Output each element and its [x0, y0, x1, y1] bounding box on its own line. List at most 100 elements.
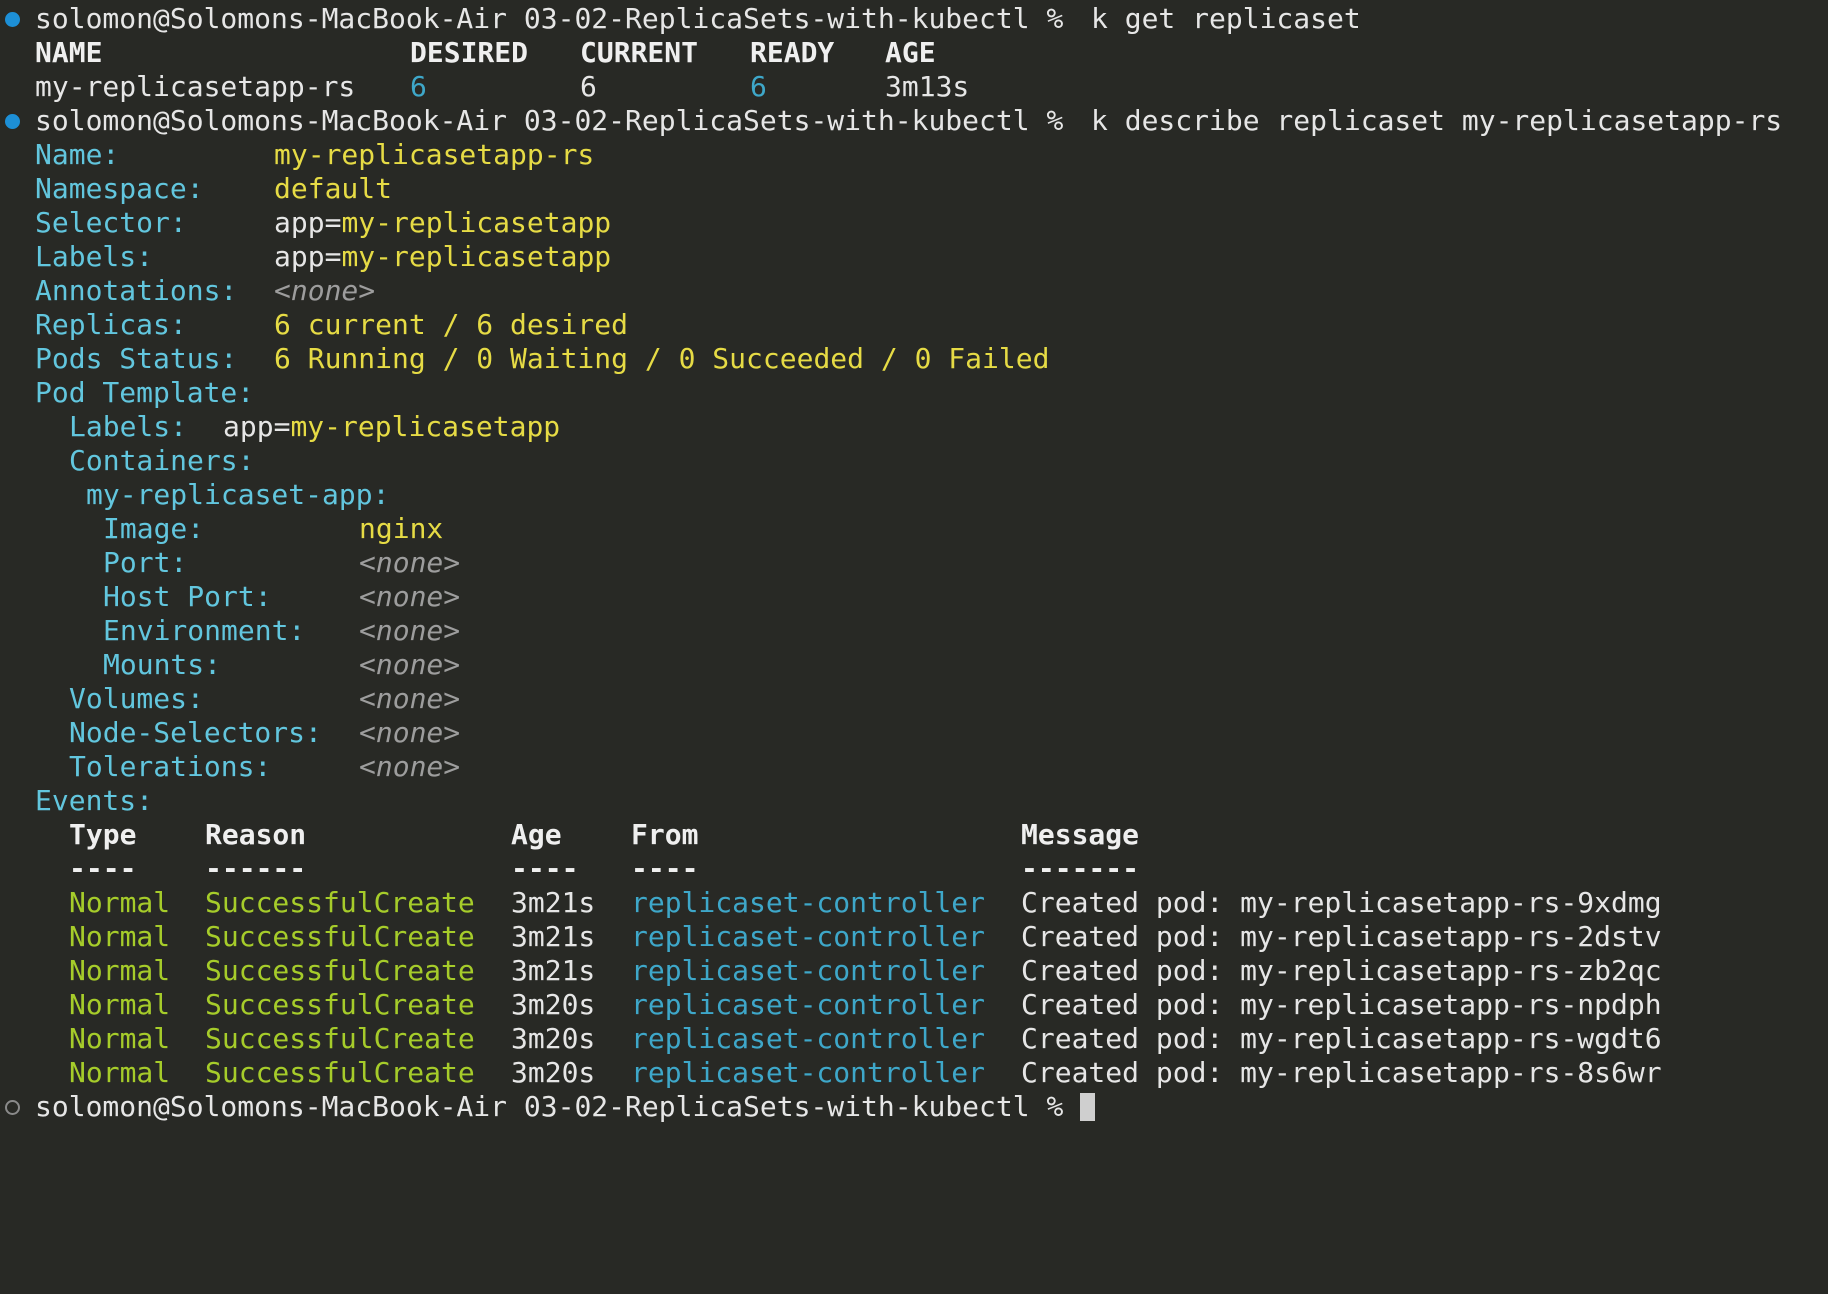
underline-from: ---- — [631, 852, 699, 885]
underline-reason: ------ — [205, 852, 307, 885]
describe-image: Image: nginx — [0, 512, 1828, 546]
event-row: Normal SuccessfulCreate 3m20s replicaset… — [0, 1056, 1828, 1090]
event-from: replicaset-controller — [631, 920, 986, 953]
field-value: <none> — [359, 614, 461, 647]
events-header: Type Reason Age From Message — [0, 818, 1828, 852]
field-label: Annotations: — [35, 274, 238, 307]
field-label: Pods Status: — [35, 342, 238, 375]
field-key-value: my-replicasetapp — [290, 410, 561, 443]
field-value: <none> — [359, 580, 461, 613]
event-message: Created pod: my-replicasetapp-rs-8s6wr — [1021, 1056, 1662, 1089]
event-row: Normal SuccessfulCreate 3m21s replicaset… — [0, 920, 1828, 954]
header-current: CURRENT — [580, 36, 699, 69]
field-label: Selector: — [35, 206, 187, 239]
command-text: k get replicaset — [1091, 2, 1361, 35]
prompt-text: solomon@Solomons-MacBook-Air 03-02-Repli… — [35, 1090, 1096, 1124]
field-value: <none> — [359, 750, 461, 783]
field-label: Namespace: — [35, 172, 204, 205]
command-status-dot-icon — [5, 12, 20, 27]
field-value: default — [274, 172, 393, 205]
event-reason: SuccessfulCreate — [205, 988, 475, 1021]
field-label: Containers: — [69, 444, 255, 477]
field-label: Events: — [35, 784, 154, 817]
field-value: 6 current / 6 desired — [274, 308, 629, 341]
describe-tolerations: Tolerations: <none> — [0, 750, 1828, 784]
describe-annotations: Annotations: <none> — [0, 274, 1828, 308]
event-message: Created pod: my-replicasetapp-rs-zb2qc — [1021, 954, 1662, 987]
rs-name: my-replicasetapp-rs — [35, 70, 356, 103]
command-text: k describe replicaset my-replicasetapp-r… — [1091, 104, 1783, 137]
field-label: Pod Template: — [35, 376, 255, 409]
describe-containers: Containers: — [0, 444, 1828, 478]
describe-pod-template: Pod Template: — [0, 376, 1828, 410]
event-message: Created pod: my-replicasetapp-rs-wgdt6 — [1021, 1022, 1662, 1055]
command-status-dot-icon — [5, 114, 20, 129]
describe-selector: Selector: app=my-replicasetapp — [0, 206, 1828, 240]
event-reason: SuccessfulCreate — [205, 954, 475, 987]
describe-pods-status: Pods Status: 6 Running / 0 Waiting / 0 S… — [0, 342, 1828, 376]
event-type: Normal — [69, 920, 171, 953]
cursor-block[interactable] — [1080, 1093, 1096, 1121]
event-message: Created pod: my-replicasetapp-rs-2dstv — [1021, 920, 1662, 953]
event-type: Normal — [69, 988, 171, 1021]
describe-host-port: Host Port: <none> — [0, 580, 1828, 614]
describe-replicas: Replicas: 6 current / 6 desired — [0, 308, 1828, 342]
field-label: Host Port: — [103, 580, 272, 613]
event-type: Normal — [69, 954, 171, 987]
event-type: Normal — [69, 1022, 171, 1055]
describe-node-selectors: Node-Selectors: <none> — [0, 716, 1828, 750]
event-row: Normal SuccessfulCreate 3m20s replicaset… — [0, 988, 1828, 1022]
field-label: Tolerations: — [69, 750, 272, 783]
event-row: Normal SuccessfulCreate 3m21s replicaset… — [0, 954, 1828, 988]
prompt-text: solomon@Solomons-MacBook-Air 03-02-Repli… — [35, 2, 1064, 35]
describe-environment: Environment: <none> — [0, 614, 1828, 648]
field-value: nginx — [359, 512, 444, 545]
field-label: Port: — [103, 546, 188, 579]
header-name: NAME — [35, 36, 103, 69]
describe-container-name: my-replicaset-app: — [0, 478, 1828, 512]
field-value: app=my-replicasetapp — [274, 240, 611, 274]
event-message: Created pod: my-replicasetapp-rs-npdph — [1021, 988, 1662, 1021]
events-underline: ---- ------ ---- ---- ------- — [0, 852, 1828, 886]
header-ready: READY — [750, 36, 835, 69]
header-age: AGE — [885, 36, 936, 69]
event-type: Normal — [69, 886, 171, 919]
events-header-reason: Reason — [205, 818, 307, 851]
describe-labels: Labels: app=my-replicasetapp — [0, 240, 1828, 274]
event-row: Normal SuccessfulCreate 3m21s replicaset… — [0, 886, 1828, 920]
field-value: <none> — [359, 546, 461, 579]
field-key-value: my-replicasetapp — [341, 240, 612, 273]
rs-age: 3m13s — [885, 70, 970, 103]
field-key-value: my-replicasetapp — [341, 206, 612, 239]
events-header-age: Age — [511, 818, 562, 851]
events-header-type: Type — [69, 818, 137, 851]
terminal-window[interactable]: solomon@Solomons-MacBook-Air 03-02-Repli… — [0, 0, 1828, 1126]
underline-type: ---- — [69, 852, 137, 885]
describe-volumes: Volumes: <none> — [0, 682, 1828, 716]
get-table-row: my-replicasetapp-rs 6 6 6 3m13s — [0, 70, 1828, 104]
prompt-line-active[interactable]: solomon@Solomons-MacBook-Air 03-02-Repli… — [0, 1090, 1828, 1124]
field-value: <none> — [359, 648, 461, 681]
events-header-from: From — [631, 818, 699, 851]
event-type: Normal — [69, 1056, 171, 1089]
event-reason: SuccessfulCreate — [205, 1056, 475, 1089]
prompt-string: solomon@Solomons-MacBook-Air 03-02-Repli… — [35, 1090, 1064, 1123]
event-from: replicaset-controller — [631, 1056, 986, 1089]
event-from: replicaset-controller — [631, 988, 986, 1021]
field-label: Image: — [103, 512, 205, 545]
field-label: Mounts: — [103, 648, 222, 681]
field-label: Environment: — [103, 614, 306, 647]
describe-pt-labels: Labels: app=my-replicasetapp — [0, 410, 1828, 444]
event-age: 3m20s — [511, 988, 596, 1021]
field-value: 6 Running / 0 Waiting / 0 Succeeded / 0 … — [274, 342, 1050, 375]
get-table-header: NAME DESIRED CURRENT READY AGE — [0, 36, 1828, 70]
header-desired: DESIRED — [410, 36, 529, 69]
field-label: Labels: — [69, 410, 188, 443]
field-label: Node-Selectors: — [69, 716, 322, 749]
event-from: replicaset-controller — [631, 954, 986, 987]
field-label: Replicas: — [35, 308, 187, 341]
event-age: 3m21s — [511, 954, 596, 987]
container-name: my-replicaset-app: — [86, 478, 390, 511]
field-value: my-replicasetapp-rs — [274, 138, 595, 171]
prompt-text: solomon@Solomons-MacBook-Air 03-02-Repli… — [35, 104, 1064, 137]
